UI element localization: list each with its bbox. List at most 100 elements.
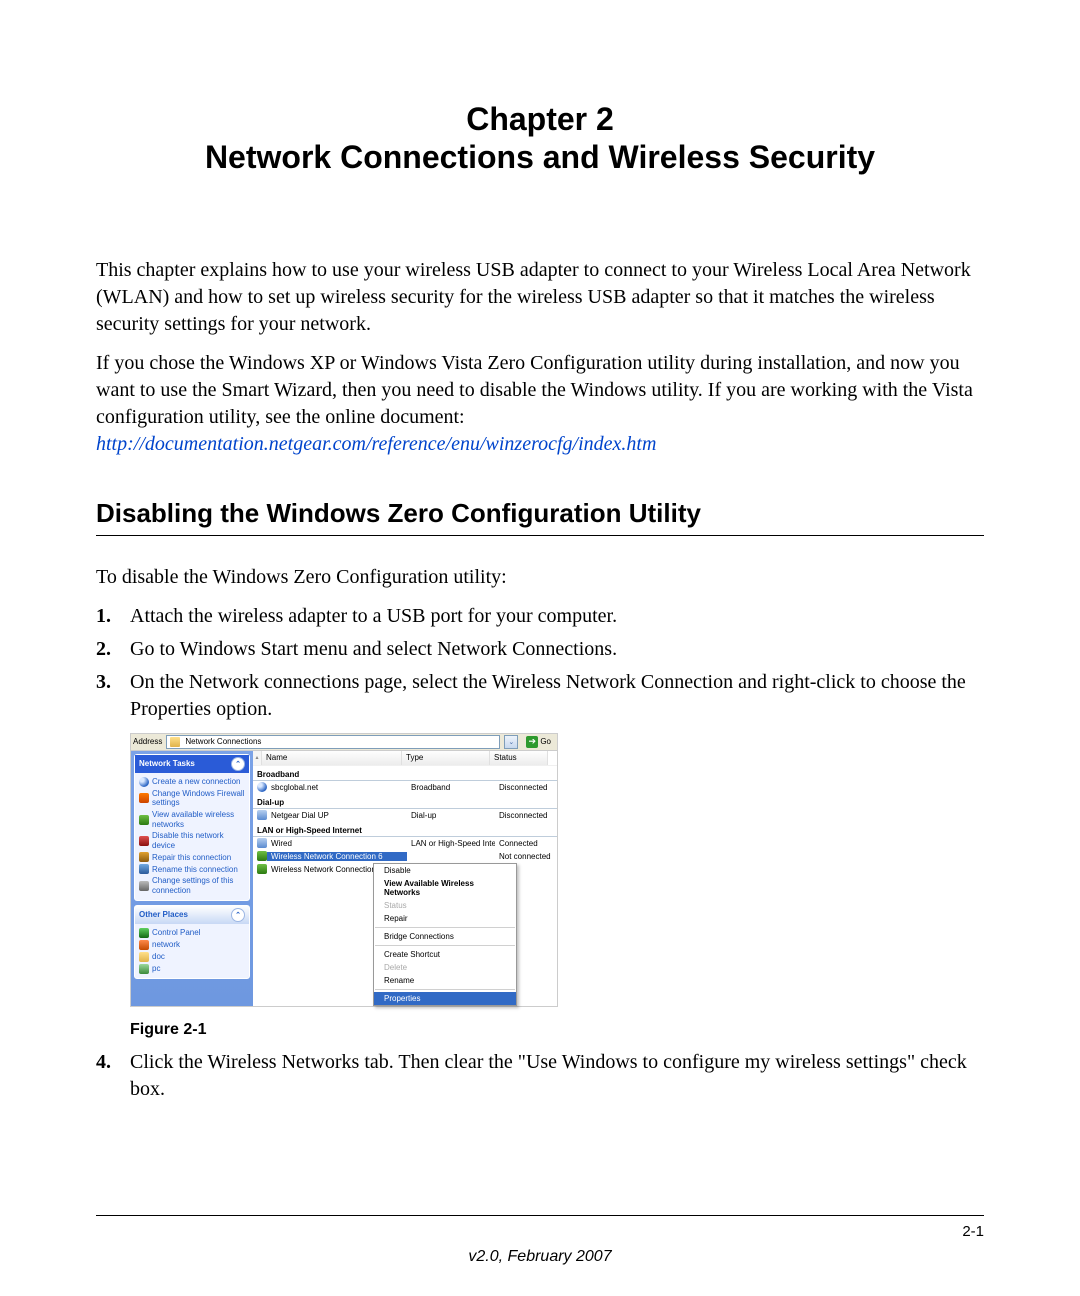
rename-icon bbox=[139, 864, 149, 874]
section-intro: To disable the Windows Zero Configuratio… bbox=[96, 564, 984, 591]
ctx-properties[interactable]: Properties bbox=[374, 992, 516, 1005]
figure-caption: Figure 2-1 bbox=[130, 1021, 984, 1039]
sidebar-item-label: Change settings of this connection bbox=[152, 876, 245, 895]
other-places-list: Control Panel network doc pc bbox=[135, 924, 249, 978]
disable-icon bbox=[139, 836, 149, 846]
doc-link[interactable]: http://documentation.netgear.com/referen… bbox=[96, 433, 656, 455]
chapter-heading: Chapter 2 Network Connections and Wirele… bbox=[96, 100, 984, 177]
sidebar-item-label: doc bbox=[152, 952, 165, 962]
sidebar-item-label: View available wireless networks bbox=[152, 810, 245, 829]
connection-icon bbox=[257, 864, 267, 874]
ctx-view-wireless[interactable]: View Available Wireless Networks bbox=[374, 877, 516, 899]
sidebar-item-repair[interactable]: Repair this connection bbox=[137, 851, 247, 863]
step-1: 1.Attach the wireless adapter to a USB p… bbox=[96, 603, 984, 630]
panel-title: Network Tasks bbox=[139, 759, 195, 768]
sidebar-item-doc[interactable]: doc bbox=[137, 951, 247, 963]
sidebar-item-label: Control Panel bbox=[152, 928, 200, 938]
sidebar-item-control-panel[interactable]: Control Panel bbox=[137, 927, 247, 939]
step-text: Click the Wireless Networks tab. Then cl… bbox=[130, 1051, 967, 1100]
ctx-rename[interactable]: Rename bbox=[374, 974, 516, 987]
col-name[interactable]: Name bbox=[262, 751, 402, 765]
step-2: 2.Go to Windows Start menu and select Ne… bbox=[96, 636, 984, 663]
sidebar-item-pc[interactable]: pc bbox=[137, 963, 247, 975]
cell-status: Disconnected bbox=[495, 811, 553, 820]
sidebar-item-label: network bbox=[152, 940, 180, 950]
connections-listview: ▴ Name Type Status Broadband sbcglobal.n… bbox=[253, 751, 557, 1006]
go-arrow-icon: ➔ bbox=[526, 736, 538, 748]
col-status[interactable]: Status bbox=[490, 751, 548, 765]
address-label: Address bbox=[133, 737, 162, 746]
ctx-separator bbox=[375, 945, 515, 946]
ctx-disable[interactable]: Disable bbox=[374, 864, 516, 877]
network-tasks-list: Create a new connection Change Windows F… bbox=[135, 773, 249, 900]
step-num: 3. bbox=[96, 669, 111, 696]
gear-icon bbox=[139, 881, 149, 891]
computer-icon bbox=[139, 964, 149, 974]
cell-status: Disconnected bbox=[495, 783, 553, 792]
go-label: Go bbox=[540, 737, 551, 746]
context-menu: Disable View Available Wireless Networks… bbox=[373, 863, 517, 1006]
page-number: 2-1 bbox=[962, 1223, 984, 1240]
chapter-title: Network Connections and Wireless Securit… bbox=[96, 138, 984, 176]
globe-icon bbox=[139, 777, 149, 787]
paragraph-1: This chapter explains how to use your wi… bbox=[96, 257, 984, 338]
ctx-separator bbox=[375, 989, 515, 990]
list-header-row: ▴ Name Type Status bbox=[253, 751, 557, 766]
cell-status: Not connected bbox=[495, 852, 553, 861]
sidebar-item-network[interactable]: network bbox=[137, 939, 247, 951]
step-text: Go to Windows Start menu and select Netw… bbox=[130, 638, 617, 660]
paragraph-2: If you chose the Windows XP or Windows V… bbox=[96, 350, 984, 458]
step-text: On the Network connections page, select … bbox=[130, 671, 966, 720]
group-dialup: Dial-up bbox=[253, 794, 557, 809]
sidebar-item-firewall[interactable]: Change Windows Firewall settings bbox=[137, 788, 247, 809]
wifi-icon bbox=[139, 815, 149, 825]
sidebar-item-rename[interactable]: Rename this connection bbox=[137, 863, 247, 875]
window-body: Network Tasks ⌃ Create a new connection … bbox=[131, 751, 557, 1006]
figure-container: Address Network Connections ⌄ ➔ Go Netwo… bbox=[96, 733, 984, 1039]
ctx-repair[interactable]: Repair bbox=[374, 912, 516, 925]
chevron-up-icon: ⌃ bbox=[231, 908, 245, 922]
panel-title: Other Places bbox=[139, 910, 188, 919]
cell-name: Wireless Network Connection bbox=[271, 865, 376, 874]
connection-icon bbox=[257, 851, 267, 861]
ctx-bridge[interactable]: Bridge Connections bbox=[374, 930, 516, 943]
step-num: 4. bbox=[96, 1049, 111, 1076]
connection-icon bbox=[257, 838, 267, 848]
sidebar-item-label: Disable this network device bbox=[152, 831, 245, 850]
connection-icon bbox=[257, 782, 267, 792]
table-row[interactable]: Wired LAN or High-Speed Inter... Connect… bbox=[253, 837, 557, 850]
other-places-header[interactable]: Other Places ⌃ bbox=[135, 906, 249, 924]
address-bar: Address Network Connections ⌄ ➔ Go bbox=[131, 734, 557, 751]
network-icon bbox=[139, 940, 149, 950]
table-row[interactable]: sbcglobal.net Broadband Disconnected bbox=[253, 781, 557, 794]
address-field[interactable]: Network Connections bbox=[166, 735, 500, 749]
version-footer: v2.0, February 2007 bbox=[0, 1248, 1080, 1266]
network-tasks-panel: Network Tasks ⌃ Create a new connection … bbox=[134, 754, 250, 901]
folder-icon bbox=[170, 737, 180, 747]
chapter-number: Chapter 2 bbox=[96, 100, 984, 138]
paragraph-2-text: If you chose the Windows XP or Windows V… bbox=[96, 352, 973, 428]
sidebar-item-change-settings[interactable]: Change settings of this connection bbox=[137, 875, 247, 896]
col-type[interactable]: Type bbox=[402, 751, 490, 765]
xp-network-connections-screenshot: Address Network Connections ⌄ ➔ Go Netwo… bbox=[130, 733, 558, 1007]
cell-name: sbcglobal.net bbox=[271, 783, 318, 792]
cell-type: Broadband bbox=[407, 783, 495, 792]
table-row-selected[interactable]: Wireless Network Connection 6 Not connec… bbox=[253, 850, 557, 863]
wrench-icon bbox=[139, 852, 149, 862]
go-button[interactable]: ➔ Go bbox=[522, 735, 555, 749]
address-dropdown[interactable]: ⌄ bbox=[504, 735, 518, 749]
sort-indicator-icon[interactable]: ▴ bbox=[253, 751, 262, 765]
cell-name: Netgear Dial UP bbox=[271, 811, 329, 820]
ctx-shortcut[interactable]: Create Shortcut bbox=[374, 948, 516, 961]
sidebar-item-create-connection[interactable]: Create a new connection bbox=[137, 776, 247, 788]
sidebar-item-disable-device[interactable]: Disable this network device bbox=[137, 830, 247, 851]
chevron-up-icon: ⌃ bbox=[231, 757, 245, 771]
steps-list: 1.Attach the wireless adapter to a USB p… bbox=[96, 603, 984, 723]
sidebar: Network Tasks ⌃ Create a new connection … bbox=[131, 751, 253, 1006]
cell-status: Connected bbox=[495, 839, 553, 848]
sidebar-item-view-wireless[interactable]: View available wireless networks bbox=[137, 809, 247, 830]
connection-icon bbox=[257, 810, 267, 820]
table-row[interactable]: Netgear Dial UP Dial-up Disconnected bbox=[253, 809, 557, 822]
cell-type: LAN or High-Speed Inter... bbox=[407, 839, 495, 848]
network-tasks-header[interactable]: Network Tasks ⌃ bbox=[135, 755, 249, 773]
